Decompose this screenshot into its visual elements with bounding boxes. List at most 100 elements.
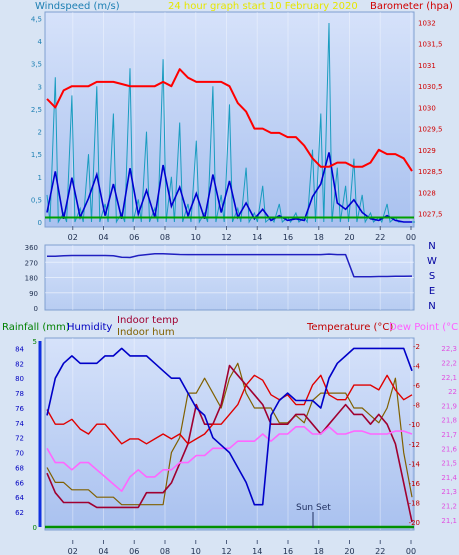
x-tick-label: 16 (283, 233, 293, 242)
y-tick-label: 21,5 (441, 460, 457, 468)
wind-barometer-chart: Windspeed (m/s) 24 hour graph start 10 F… (31, 1, 453, 242)
x-tick-label: 04 (98, 233, 108, 242)
y-tick-label: 22,2 (441, 359, 457, 367)
compass-label: S (429, 271, 435, 282)
y-tick-label: 1,5 (31, 151, 42, 159)
y-tick-label: 84 (15, 345, 24, 353)
y-tick-label: 1031,5 (418, 41, 443, 49)
temperature-humidity-chart: Rainfall (mm) Humidity Indoor temp Indoo… (2, 315, 459, 555)
x-tick-label: 10 (191, 233, 201, 242)
y-tick-label: 80 (15, 375, 24, 383)
x-tick-label: 10 (191, 547, 201, 555)
y-tick-label: -10 (409, 421, 420, 429)
y-tick-label: 21,2 (441, 503, 457, 511)
y-tick-label: -14 (409, 460, 421, 468)
indoor-temp-legend: Indoor temp (117, 315, 178, 326)
y-tick-label: -6 (413, 382, 421, 390)
y-tick-label: 1028,5 (418, 168, 443, 176)
y-tick-label: 21,4 (441, 474, 457, 482)
y-tick-label: 3,5 (31, 61, 42, 69)
y-tick-label: 76 (15, 405, 24, 413)
x-tick-label: 14 (252, 547, 262, 555)
temperature-axis-label: Temperature (°C) (306, 322, 393, 333)
y-tick-label: 82 (15, 360, 24, 368)
y-tick-label: 66 (15, 479, 24, 487)
x-tick-label: 20 (344, 233, 354, 242)
y-tick-label: 0 (33, 524, 37, 532)
x-tick-label: 16 (283, 547, 293, 555)
y-tick-label: 0 (34, 305, 38, 313)
x-tick-label: 02 (68, 547, 78, 555)
y-tick-label: 1 (38, 174, 42, 182)
y-tick-label: -4 (413, 362, 421, 370)
x-tick-label: 22 (375, 233, 385, 242)
y-tick-label: -2 (413, 343, 420, 351)
x-tick-label: 04 (98, 547, 108, 555)
compass-label: N (428, 241, 435, 252)
y-tick-label: 4 (38, 38, 43, 46)
y-tick-label: 22,1 (441, 374, 457, 382)
chart-title: 24 hour graph start 10 February 2020 (168, 1, 358, 12)
y-tick-label: 1029,5 (418, 126, 443, 134)
y-tick-label: 21,1 (441, 517, 457, 525)
humidity-axis-label: Humidity (67, 322, 112, 333)
y-tick-label: 1031 (418, 62, 436, 70)
y-tick-label: -16 (409, 480, 421, 488)
x-tick-label: 00 (406, 233, 416, 242)
x-tick-label: 06 (129, 547, 139, 555)
y-tick-label: 1028 (418, 189, 436, 197)
y-tick-label: 21,9 (441, 402, 457, 410)
y-tick-label: 21,8 (441, 417, 457, 425)
x-tick-label: 02 (68, 233, 78, 242)
rainfall-axis-label: Rainfall (mm) (2, 322, 70, 333)
y-tick-label: 21,3 (441, 488, 457, 496)
y-tick-label: 70 (15, 450, 24, 458)
y-tick-label: 1032 (418, 19, 436, 27)
y-tick-label: 21,7 (441, 431, 457, 439)
x-tick-label: 06 (129, 233, 139, 242)
x-tick-label: 22 (375, 547, 385, 555)
y-tick-label: 68 (15, 464, 24, 472)
y-tick-label: -12 (409, 441, 420, 449)
y-tick-label: 1029 (418, 147, 436, 155)
y-tick-label: 62 (15, 509, 24, 517)
compass-label: E (429, 286, 435, 297)
y-tick-label: 0,5 (31, 196, 42, 204)
sunset-label: Sun Set (296, 503, 331, 513)
y-tick-label: 22 (448, 388, 457, 396)
dewpoint-axis-label: Dew Point (°C) (389, 322, 459, 333)
wind-direction-chart: 090180270360 NWSEN (25, 241, 437, 313)
barometer-axis-label: Barometer (hpa) (370, 1, 453, 12)
y-tick-label: 270 (25, 259, 38, 267)
y-tick-label: 1030,5 (418, 83, 443, 91)
indoor-hum-legend: Indoor hum (117, 327, 175, 338)
x-tick-label: 20 (344, 547, 354, 555)
y-tick-label: 3 (38, 83, 42, 91)
y-tick-label: 72 (15, 435, 24, 443)
weather-graphs: Windspeed (m/s) 24 hour graph start 10 F… (2, 1, 459, 555)
x-tick-label: 08 (160, 547, 170, 555)
x-tick-label: 18 (314, 233, 324, 242)
y-tick-label: 21,6 (441, 445, 457, 453)
y-tick-label: 5 (33, 338, 37, 346)
y-tick-label: -8 (413, 402, 420, 410)
y-tick-label: 2,5 (31, 106, 42, 114)
y-tick-label: 1027,5 (418, 211, 443, 219)
y-tick-label: 4,5 (31, 16, 42, 24)
y-tick-label: 0 (38, 219, 42, 227)
x-tick-label: 12 (221, 233, 231, 242)
y-tick-label: 78 (15, 390, 24, 398)
y-tick-label: 360 (25, 244, 38, 252)
x-tick-label: 00 (406, 547, 416, 555)
y-tick-label: 64 (15, 494, 24, 502)
y-tick-label: 22,3 (441, 345, 457, 353)
x-tick-label: 18 (314, 547, 324, 555)
y-tick-label: -18 (409, 500, 420, 508)
y-tick-label: 180 (25, 275, 38, 283)
x-tick-label: 14 (252, 233, 262, 242)
x-tick-label: 08 (160, 233, 170, 242)
y-tick-label: 2 (38, 129, 42, 137)
x-tick-label: 12 (221, 547, 231, 555)
y-tick-label: -20 (409, 519, 420, 527)
y-tick-label: 1030 (418, 104, 436, 112)
